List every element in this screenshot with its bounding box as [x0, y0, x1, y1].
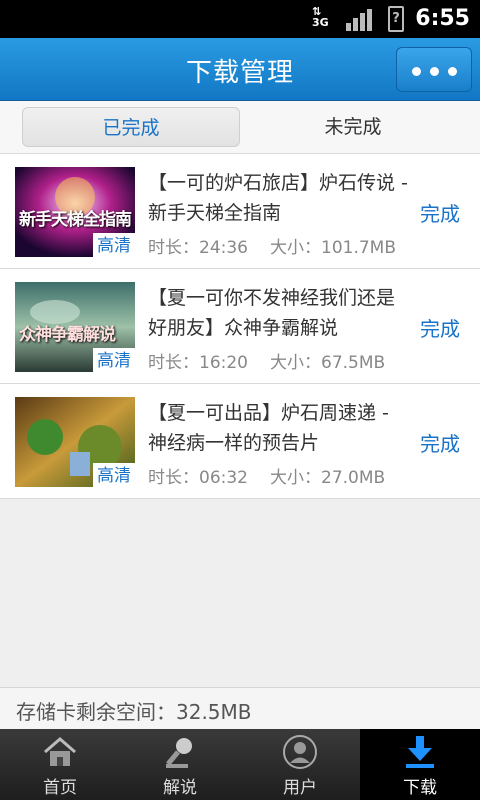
- storage-text: 存储卡剩余空间：32.5MB: [16, 700, 252, 724]
- hd-badge: 高清: [93, 463, 135, 487]
- download-status: 完成: [420, 202, 460, 226]
- storage-info: 存储卡剩余空间：32.5MB: [0, 687, 480, 729]
- nav-home[interactable]: 首页: [0, 729, 120, 800]
- more-button[interactable]: [396, 47, 472, 92]
- video-thumbnail: 众神争霸解说 高清: [15, 282, 135, 372]
- more-dot-icon: [448, 67, 457, 76]
- list-item[interactable]: 众神争霸解说 高清 【夏一可你不发神经我们还是好朋友】众神争霸解说 时长：16:…: [0, 269, 480, 384]
- download-icon: [406, 736, 434, 768]
- nav-label: 下载: [403, 778, 437, 798]
- video-size: 大小：67.5MB: [270, 353, 386, 373]
- video-meta: 时长：24:36 大小：101.7MB: [148, 233, 396, 258]
- bottom-nav: 首页 解说 用户 下载: [0, 729, 480, 800]
- thumbnail-caption: 众神争霸解说: [19, 325, 116, 345]
- video-title: 【夏一可你不发神经我们还是好朋友】众神争霸解说: [148, 287, 396, 339]
- download-list: 新手天梯全指南 高清 【一可的炉石旅店】炉石传说 - 新手天梯全指南 时长：24…: [0, 154, 480, 499]
- signal-icon: [346, 9, 372, 31]
- download-status: 完成: [420, 432, 460, 456]
- video-duration: 时长：06:32: [148, 468, 248, 488]
- tab-completed[interactable]: 已完成: [22, 107, 240, 147]
- video-thumbnail: 新手天梯全指南 高清: [15, 167, 135, 257]
- video-title: 【一可的炉石旅店】炉石传说 - 新手天梯全指南: [148, 172, 408, 224]
- more-dot-icon: [412, 67, 421, 76]
- nav-label: 首页: [43, 778, 77, 798]
- tab-bar: 已完成 未完成: [0, 101, 480, 154]
- video-meta: 时长：16:20 大小：67.5MB: [148, 348, 385, 373]
- microphone-icon: [166, 738, 192, 768]
- nav-label: 用户: [283, 778, 317, 798]
- video-duration: 时长：24:36: [148, 238, 248, 258]
- list-item[interactable]: 新手天梯全指南 高清 【一可的炉石旅店】炉石传说 - 新手天梯全指南 时长：24…: [0, 154, 480, 269]
- nav-download[interactable]: 下载: [360, 729, 480, 800]
- home-icon: [44, 737, 76, 766]
- video-thumbnail: 高清: [15, 397, 135, 487]
- status-bar: ⇅ 3G ? 6:55: [0, 0, 480, 38]
- list-item[interactable]: 高清 【夏一可出品】炉石周速递 - 神经病一样的预告片 时长：06:32 大小：2…: [0, 384, 480, 499]
- thumbnail-caption: 新手天梯全指南: [19, 210, 132, 230]
- video-duration: 时长：16:20: [148, 353, 248, 373]
- app-header: 下载管理: [0, 38, 480, 101]
- video-size: 大小：27.0MB: [270, 468, 386, 488]
- download-status: 完成: [420, 317, 460, 341]
- video-size: 大小：101.7MB: [270, 238, 396, 258]
- nav-commentary[interactable]: 解说: [120, 729, 240, 800]
- status-time: 6:55: [415, 6, 470, 31]
- hd-badge: 高清: [93, 233, 135, 257]
- video-meta: 时长：06:32 大小：27.0MB: [148, 463, 385, 488]
- video-title: 【夏一可出品】炉石周速递 - 神经病一样的预告片: [148, 402, 389, 454]
- hd-badge: 高清: [93, 348, 135, 372]
- more-dot-icon: [430, 67, 439, 76]
- battery-icon: ?: [388, 6, 404, 32]
- nav-label: 解说: [163, 778, 197, 798]
- user-icon: [283, 735, 317, 769]
- network-indicator: ⇅ 3G: [312, 5, 329, 29]
- nav-user[interactable]: 用户: [240, 729, 360, 800]
- tab-incomplete[interactable]: 未完成: [244, 107, 462, 147]
